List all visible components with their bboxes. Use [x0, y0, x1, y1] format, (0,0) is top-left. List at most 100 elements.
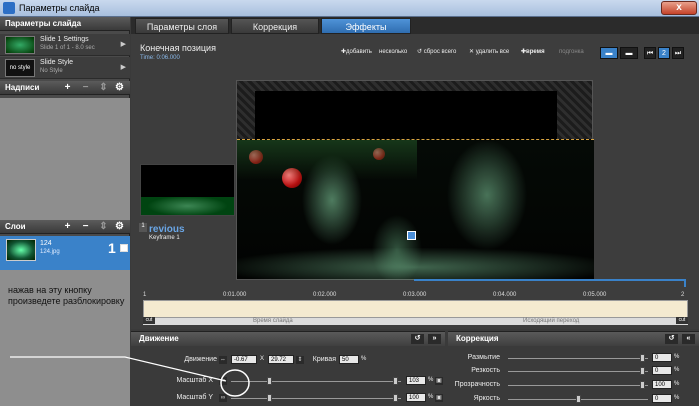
window-titlebar: Параметры слайда x — [0, 0, 699, 17]
scale-y-knob-end[interactable] — [393, 394, 398, 402]
tab-layer-params[interactable]: Параметры слоя — [135, 18, 229, 34]
timeline-track[interactable] — [143, 300, 688, 318]
tab-effects[interactable]: Эффекты — [321, 18, 411, 34]
lock-icon[interactable]: ▣ — [435, 377, 443, 385]
add-icon[interactable]: + — [62, 221, 73, 232]
timeline[interactable]: 1 0:01.000 0:02.000 0:03.000 0:04.000 0:… — [143, 292, 688, 328]
slide-style-row[interactable]: no style Slide Style No Style ▶ — [0, 57, 130, 79]
add-icon[interactable]: + — [62, 82, 73, 93]
stage-floor — [237, 248, 594, 280]
blur-slider[interactable] — [508, 358, 648, 359]
settings-icon[interactable]: ⚙ — [114, 221, 125, 232]
slide-settings-row[interactable]: Slide 1 Settings Slide 1 of 1 - 8.0 sec … — [0, 34, 130, 56]
position-x-input[interactable]: -0.67 — [231, 355, 257, 364]
curve-input[interactable]: 50 — [339, 355, 359, 364]
view-mode-2-button[interactable]: ▬ — [620, 47, 638, 59]
position-y-input[interactable]: 29.72 — [268, 355, 294, 364]
percent-sign: % — [674, 395, 680, 401]
brightness-input[interactable]: 0 — [652, 394, 672, 403]
layer-item[interactable]: 124 124.jpg 1 — [0, 236, 130, 270]
cut-marker-start[interactable]: cut — [143, 317, 155, 324]
motion-header: Движение ↺ » — [131, 332, 445, 346]
timeline-tick: 0:01.000 — [223, 292, 247, 298]
opacity-knob[interactable] — [640, 381, 645, 389]
blur-input[interactable]: 0 — [652, 353, 672, 362]
scale-x-slider[interactable] — [231, 381, 401, 382]
percent-sign: % — [674, 354, 680, 360]
add-keyframe-button[interactable]: ✚добавить — [341, 46, 372, 59]
undo-icon: ↺ — [417, 49, 424, 55]
layer-visible-checkbox[interactable] — [120, 244, 128, 252]
opacity-slider[interactable] — [508, 385, 648, 386]
previous-keyframe-preview[interactable] — [140, 164, 235, 216]
scale-x-label: Масштаб X — [176, 377, 213, 384]
scale-y-input[interactable]: 100 — [406, 393, 426, 402]
percent-sign: % — [428, 377, 434, 383]
reset-all-button[interactable]: ↺ сброс всего — [417, 46, 456, 59]
x-separator: X — [260, 356, 265, 362]
sharpness-slider[interactable] — [508, 371, 648, 372]
preview-stage[interactable] — [236, 80, 594, 280]
layer-name: 124 — [40, 240, 52, 247]
move-icon[interactable]: ⇕ — [98, 221, 109, 232]
left-panel: Параметры слайда Slide 1 Settings Slide … — [0, 17, 130, 406]
opacity-input[interactable]: 100 — [652, 380, 672, 389]
lock-icon[interactable]: ▣ — [435, 394, 443, 402]
sharpness-input[interactable]: 0 — [652, 366, 672, 375]
move-icon[interactable]: ⇕ — [98, 82, 109, 93]
sharpness-knob[interactable] — [640, 367, 645, 375]
tab-correction[interactable]: Коррекция — [231, 18, 319, 34]
undo-icon[interactable]: ↺ — [665, 334, 678, 344]
motion-header-label: Движение — [139, 334, 179, 343]
settings-icon[interactable]: ⚙ — [114, 82, 125, 93]
cut-marker-end[interactable]: cut — [676, 317, 688, 324]
several-button[interactable]: несколько — [379, 46, 407, 59]
time-button[interactable]: ✚время — [521, 46, 545, 59]
brightness-knob[interactable] — [576, 395, 581, 403]
view-mode-1-button[interactable]: ▬ — [600, 47, 618, 59]
blur-knob[interactable] — [640, 354, 645, 362]
stage-image — [237, 139, 594, 280]
last-keyframe-icon[interactable]: ⏭ — [672, 47, 684, 59]
chevron-right-icon[interactable]: ▶ — [121, 63, 126, 71]
annotation-text: нажав на эту кнопку произведете разблоки… — [8, 285, 125, 306]
stepper-icon[interactable]: ⇕ — [296, 356, 304, 364]
keyframe-marker[interactable] — [407, 231, 416, 240]
stage-top-area — [255, 91, 557, 141]
correction-header-label: Коррекция — [456, 334, 499, 343]
scale-x-input[interactable]: 103 — [406, 376, 426, 385]
timeline-tick: 0:04.000 — [493, 292, 517, 298]
slide-style-subtitle: No Style — [40, 68, 63, 74]
close-button[interactable]: x — [661, 1, 697, 15]
scale-x-knob[interactable] — [267, 377, 272, 385]
chevron-right-icon[interactable]: ▶ — [121, 40, 126, 48]
captions-list[interactable] — [0, 98, 130, 220]
layer-thumbnail — [6, 239, 36, 261]
back-icon[interactable]: « — [682, 334, 695, 344]
percent-sign: % — [428, 394, 434, 400]
undo-icon[interactable]: ↺ — [411, 334, 424, 344]
scale-x-knob-end[interactable] — [393, 377, 398, 385]
link-icon[interactable]: ⇔ — [219, 356, 227, 364]
timeline-tick: 0:05.000 — [583, 292, 607, 298]
style-thumbnail: no style — [5, 59, 35, 77]
remove-icon[interactable]: − — [80, 221, 91, 232]
preview-floor — [141, 197, 234, 215]
forward-icon[interactable]: » — [428, 334, 441, 344]
scale-y-knob[interactable] — [267, 394, 272, 402]
sharpness-label: Резкость — [471, 367, 500, 374]
link-icon[interactable]: ∞ — [219, 377, 227, 385]
curve-label: Кривая — [312, 356, 336, 363]
keyframe-badge[interactable]: 2 — [658, 47, 670, 59]
correction-header: Коррекция ↺ « — [448, 332, 699, 346]
close-icon: ✕ — [469, 49, 476, 55]
slide-thumbnail — [5, 36, 35, 54]
scale-y-slider[interactable] — [231, 398, 401, 399]
remove-icon[interactable]: − — [80, 82, 91, 93]
fit-button[interactable]: подгонка — [559, 46, 584, 59]
layers-header: Слои + − ⇕ ⚙ — [0, 220, 130, 234]
timeline-tick: 0:02.000 — [313, 292, 337, 298]
first-keyframe-icon[interactable]: ⏮ — [644, 47, 656, 59]
link-icon[interactable]: ∞ — [219, 394, 227, 402]
delete-all-button[interactable]: ✕ удалить все — [469, 46, 509, 59]
